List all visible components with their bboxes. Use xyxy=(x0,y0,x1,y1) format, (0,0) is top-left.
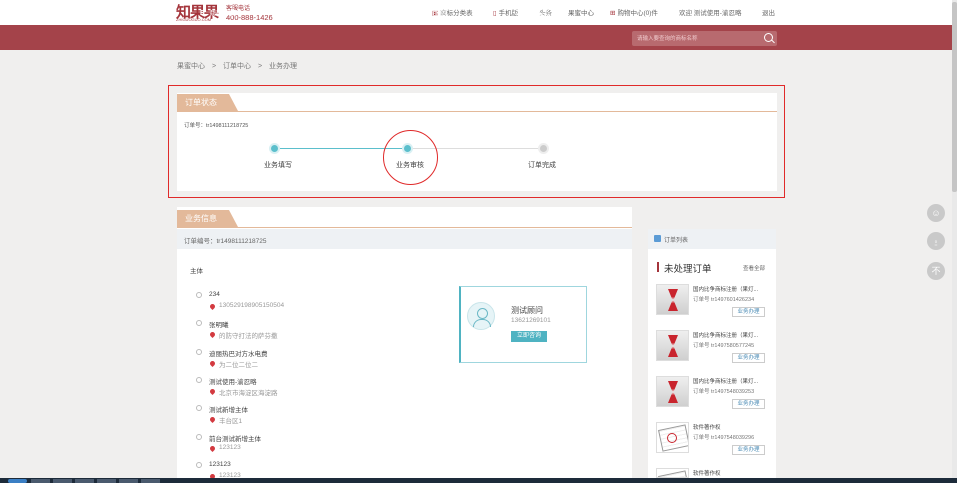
order-title[interactable]: 国内比争商标注册（果灯... xyxy=(693,285,758,293)
business-order-header: 订单编号：tr1498111218725 xyxy=(177,229,632,249)
scrollbar-thumb[interactable] xyxy=(952,2,957,192)
subject-label: 主体 xyxy=(190,268,203,275)
subject-name: 迪丽热巴对方水电费 xyxy=(209,351,268,358)
order-list-title: 订单列表 xyxy=(664,238,689,244)
phone-icon: ▯ xyxy=(493,10,497,17)
radio-button[interactable] xyxy=(196,377,202,383)
start-button[interactable] xyxy=(8,479,27,483)
divider xyxy=(177,227,632,228)
order-title[interactable]: 软件著作权 xyxy=(693,423,721,431)
avatar xyxy=(467,302,495,330)
process-order-button[interactable]: 业务办理 xyxy=(732,399,765,409)
nav-patent[interactable]: ⇶ 专利服务 xyxy=(409,8,447,18)
subject-detail: 130529198905150504 xyxy=(219,302,285,309)
order-title[interactable]: 软件著作权 xyxy=(693,469,721,477)
subject-detail: 丰台区1 xyxy=(219,418,243,425)
search-box xyxy=(632,31,777,46)
back-to-top-icon[interactable]: 不 xyxy=(927,262,945,280)
radio-button[interactable] xyxy=(196,434,202,440)
process-order-button[interactable]: 业务办理 xyxy=(732,307,765,317)
subject-detail: 为二位二位二 xyxy=(219,362,258,369)
order-thumbnail xyxy=(656,376,689,407)
view-all-link[interactable]: 查看全部 xyxy=(743,264,765,272)
process-order-button[interactable]: 业务办理 xyxy=(732,353,765,363)
subject-name: 张明曦 xyxy=(209,322,229,329)
breadcrumb-order-center[interactable]: 订单中心 xyxy=(223,63,251,70)
top-bar xyxy=(0,0,957,25)
order-thumbnail xyxy=(656,330,689,361)
taskbar-item[interactable] xyxy=(119,479,138,483)
dots-icon: •⁚ xyxy=(513,10,519,17)
pending-orders-title: 未处理订单 xyxy=(664,264,712,275)
breadcrumb-member-center[interactable]: 果蜜中心 xyxy=(177,63,205,70)
trademark-icon: R xyxy=(200,10,206,17)
logout-link[interactable]: 退出 xyxy=(762,7,775,17)
subject-name: 前台测试新增主体 xyxy=(209,436,261,443)
subject-detail: 北京市海淀区海淀路 xyxy=(219,390,278,397)
link-cart[interactable]: ⊞ 购物中心(0)件 xyxy=(610,7,658,17)
search-icon[interactable] xyxy=(764,33,773,42)
order-thumbnail xyxy=(656,284,689,315)
annotation-box xyxy=(168,85,785,198)
breadcrumb: 果蜜中心 > 订单中心 > 业务办理 xyxy=(177,61,302,71)
taskbar-item[interactable] xyxy=(53,479,72,483)
consultant-phone: 13621269101 xyxy=(511,317,551,324)
subject-name: 测试使用-渝忍略 xyxy=(209,379,257,386)
breadcrumb-separator: > xyxy=(257,63,263,70)
subject-detail: 123123 xyxy=(219,444,241,451)
order-title[interactable]: 国内比争商标注册（果灯... xyxy=(693,377,758,385)
main-nav xyxy=(0,25,957,50)
business-order-number: 订单编号：tr1498111218725 xyxy=(184,238,267,245)
copyright-icon: C xyxy=(304,10,310,17)
nav-copyright[interactable]: C 版权服务 xyxy=(304,8,341,18)
consult-now-button[interactable]: 立即咨询 xyxy=(511,331,547,342)
business-info-tag: 业务信息 xyxy=(177,210,238,227)
breadcrumb-current: 业务办理 xyxy=(269,63,297,70)
radio-button[interactable] xyxy=(196,292,202,298)
subject-detail: 的防守打法的萨芬撒 xyxy=(219,333,278,340)
radio-button[interactable] xyxy=(196,349,202,355)
order-thumbnail xyxy=(656,422,689,453)
taskbar-item[interactable] xyxy=(97,479,116,483)
breadcrumb-separator: > xyxy=(211,63,217,70)
radio-button[interactable] xyxy=(196,462,202,468)
order-number: 订单号 tr1497601426234 xyxy=(693,297,755,303)
subject-name: 123123 xyxy=(209,461,231,468)
consultant-name: 测试顾问 xyxy=(511,306,543,315)
list-icon xyxy=(654,235,661,242)
cart-icon: ⊞ xyxy=(610,10,616,17)
search-input[interactable] xyxy=(637,33,757,44)
radio-button[interactable] xyxy=(196,320,202,326)
nav-trademark[interactable]: R 商标服务 xyxy=(200,8,237,18)
subject-name: 测试新增主体 xyxy=(209,407,248,414)
subject-name: 234 xyxy=(209,291,220,298)
order-number: 订单号 tr1497548039253 xyxy=(693,389,755,395)
order-thumbnail xyxy=(656,468,689,478)
order-number: 订单号 tr1497580577245 xyxy=(693,343,755,349)
welcome-text: 欢迎 测试使用-渝忍略 xyxy=(679,10,742,17)
radio-button[interactable] xyxy=(196,405,202,411)
taskbar-item[interactable] xyxy=(141,479,160,483)
patent-icon: ⇶ xyxy=(409,10,415,17)
order-number: 订单号 tr1497548039296 xyxy=(693,435,755,441)
order-title[interactable]: 国内比争商标注册（果灯... xyxy=(693,331,758,339)
link-member-center[interactable]: 果蜜中心 xyxy=(568,7,594,17)
process-order-button[interactable]: 业务办理 xyxy=(732,445,765,455)
taskbar-item[interactable] xyxy=(31,479,50,483)
customer-service-icon[interactable]: ☺ xyxy=(927,204,945,222)
taskbar-item[interactable] xyxy=(75,479,94,483)
accent-bar xyxy=(657,262,659,272)
feedback-icon[interactable]: ⍛ xyxy=(927,232,945,250)
nav-other[interactable]: •⁚ 其它服务 xyxy=(513,8,550,18)
